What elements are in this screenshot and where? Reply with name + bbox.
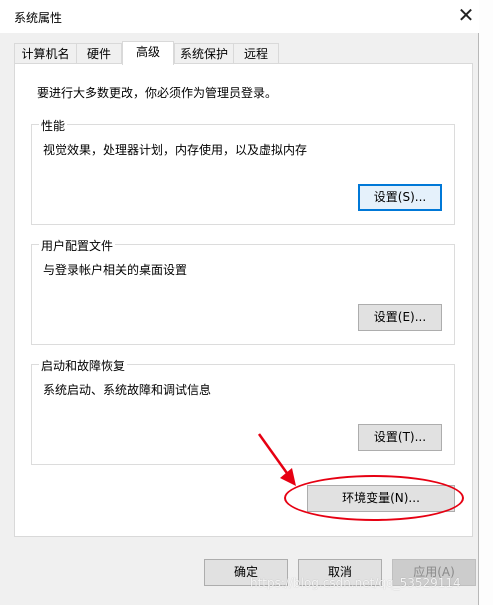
tab-advanced[interactable]: 高级 — [122, 41, 174, 65]
watermark: https://blog.csdn.net/qq_53529114 — [250, 576, 461, 590]
annotation-ellipse — [284, 475, 464, 521]
